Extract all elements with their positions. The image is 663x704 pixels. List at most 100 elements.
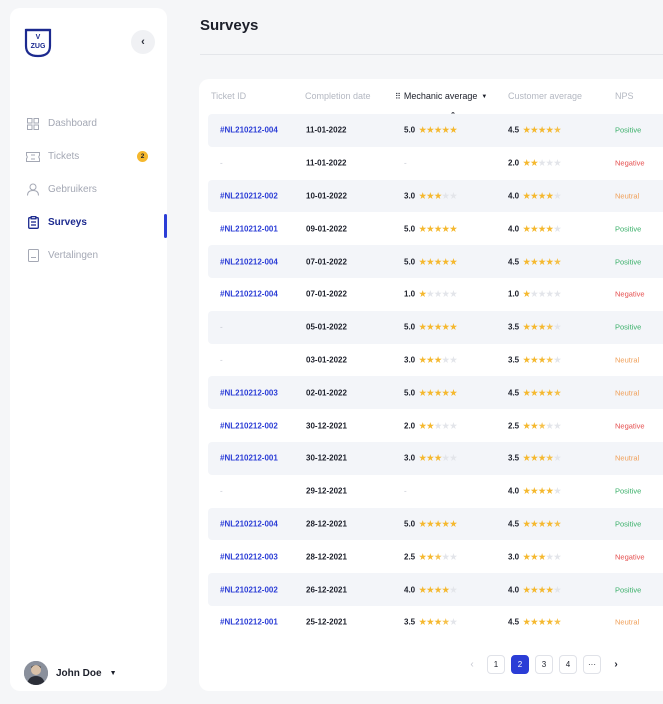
star-icon: ★ [546, 552, 554, 562]
table-row[interactable]: #NL210212-003 02-01-2022 5.0 ★★★★★ 4.5 ★★★★★ N… [208, 376, 663, 410]
mechanic-average-value: 5.0 [404, 257, 416, 267]
table-row[interactable]: #NL210212-004 07-01-2022 5.0 ★★★★★ 4.5 ★★★★★ P… [208, 245, 663, 278]
ticket-id-link[interactable]: #NL210212-001 [220, 454, 278, 463]
mechanic-average-value: 1.0 [404, 289, 416, 299]
ticket-id-link: - [220, 486, 223, 496]
nps-status: Positive [615, 257, 642, 267]
star-icon: ★ [553, 355, 562, 365]
page-button-more[interactable]: ··· [583, 654, 601, 674]
page-button-1[interactable]: 1 [487, 654, 505, 674]
star-icon: ★ [538, 617, 547, 627]
customer-average-value: 2.5 [508, 421, 520, 431]
customer-rating-stars: ★★★★★ [523, 388, 561, 397]
completion-date: 30-12-2021 [306, 421, 347, 431]
star-icon: ★ [419, 421, 427, 431]
customer-rating-stars: ★★★★★ [523, 421, 561, 430]
customer-average-value: 3.5 [508, 322, 520, 332]
next-page-icon[interactable]: › [607, 655, 625, 674]
star-icon: ★ [523, 552, 531, 562]
ticket-id-link[interactable]: #NL210212-004 [220, 126, 278, 135]
page-button-4[interactable]: 4 [559, 654, 577, 674]
completion-date: 30-12-2021 [306, 453, 347, 463]
page-title: Surveys [200, 17, 259, 34]
table-row[interactable]: #NL210212-004 07-01-2022 1.0 ★★★★★ 1.0 ★★★★★ N… [208, 278, 663, 311]
table-row[interactable]: #NL210212-001 25-12-2021 3.5 ★★★★★ 4.5 ★★★★★ N… [208, 606, 663, 639]
ticket-id-link[interactable]: #NL210212-004 [220, 290, 278, 299]
sidebar-item-vertalingen[interactable]: Vertalingen [10, 239, 167, 272]
mechanic-average: 3.0 ★★★★★ [404, 355, 457, 364]
mechanic-average-value: 5.0 [404, 519, 416, 529]
drag-handle-icon[interactable]: ⠿ [395, 92, 401, 101]
star-icon: ★ [434, 617, 443, 627]
star-icon: ★ [523, 388, 531, 398]
table-row[interactable]: - 29-12-2021 - 4.0 ★★★★★ Positive [208, 475, 663, 508]
customer-rating-stars: ★★★★★ [523, 487, 561, 496]
table-body: #NL210212-004 11-01-2022 5.0 ★★★★★ 4.5 ★★★★★ P… [208, 114, 663, 639]
ticket-id-link[interactable]: #NL210212-002 [220, 191, 278, 200]
sidebar-item-gebruikers[interactable]: Gebruikers [10, 173, 167, 206]
column-header-nps[interactable]: NPS [615, 91, 634, 101]
customer-rating-stars: ★★★★★ [523, 126, 561, 135]
star-icon: ★ [449, 552, 458, 562]
column-header-customer-average[interactable]: Customer average [508, 91, 582, 101]
star-icon: ★ [419, 257, 427, 267]
completion-date: 25-12-2021 [306, 617, 347, 627]
ticket-id-link[interactable]: #NL210212-003 [220, 388, 278, 397]
star-icon: ★ [449, 322, 458, 332]
star-icon: ★ [546, 125, 554, 135]
ticket-id-link: - [220, 355, 223, 365]
mechanic-average-value: - [404, 486, 407, 496]
star-icon: ★ [442, 355, 450, 365]
table-row[interactable]: #NL210212-001 30-12-2021 3.0 ★★★★★ 3.5 ★★★★★ N… [208, 441, 663, 475]
star-icon: ★ [419, 289, 427, 299]
customer-average-value: 4.5 [508, 388, 520, 398]
star-icon: ★ [449, 355, 458, 365]
sidebar-item-surveys[interactable]: Surveys [10, 206, 167, 239]
column-header-mechanic-average[interactable]: ⠿ Mechanic average ▼ [395, 91, 487, 101]
star-icon: ★ [538, 421, 547, 431]
table-row[interactable]: #NL210212-004 28-12-2021 5.0 ★★★★★ 4.5 ★★★★★ P… [208, 507, 663, 541]
mechanic-average-value: 3.0 [404, 355, 416, 365]
table-row[interactable]: - 11-01-2022 - 2.0 ★★★★★ Negative [208, 147, 663, 180]
mechanic-average-value: 2.0 [404, 421, 416, 431]
column-header-ticket-id[interactable]: Ticket ID [211, 91, 246, 101]
ticket-id-link[interactable]: #NL210212-001 [220, 224, 278, 233]
table-row[interactable]: #NL210212-002 10-01-2022 3.0 ★★★★★ 4.0 ★★★★★ N… [208, 179, 663, 213]
table-row[interactable]: #NL210212-003 28-12-2021 2.5 ★★★★★ 3.0 ★★★★★ N… [208, 540, 663, 573]
vzug-logo[interactable]: V ZUG [24, 28, 52, 58]
column-header-completion-date[interactable]: Completion date [305, 91, 371, 101]
ticket-id-link[interactable]: #NL210212-002 [220, 585, 278, 594]
ticket-id-link[interactable]: #NL210212-001 [220, 618, 278, 627]
table-row[interactable]: #NL210212-001 09-01-2022 5.0 ★★★★★ 4.0 ★★★★★ P… [208, 212, 663, 245]
ticket-id-link[interactable]: #NL210212-004 [220, 257, 278, 266]
table-row[interactable]: -03-01-2022 3.0 ★★★★★ 3.5 ★★★★★ Neutral [208, 344, 663, 377]
completion-date: 11-01-2022 [306, 158, 347, 168]
customer-rating-stars: ★★★★★ [523, 454, 561, 463]
star-icon: ★ [449, 585, 458, 595]
collapse-sidebar-button[interactable]: ‹ [131, 30, 155, 54]
customer-rating-stars: ★★★★★ [523, 257, 561, 266]
star-icon: ★ [523, 585, 531, 595]
star-icon: ★ [434, 421, 443, 431]
mechanic-rating-stars: ★★★★★ [419, 290, 457, 299]
page-button-2[interactable]: 2 [511, 654, 529, 674]
sidebar-item-dashboard[interactable]: Dashboard [10, 107, 167, 140]
ticket-id-link[interactable]: #NL210212-002 [220, 421, 278, 430]
page-button-3[interactable]: 3 [535, 654, 553, 674]
sort-desc-icon[interactable]: ▼ [481, 94, 487, 100]
table-row[interactable]: #NL210212-002 26-12-2021 4.0 ★★★★★ 4.0 ★★★★★ P… [208, 573, 663, 606]
star-icon: ★ [553, 224, 562, 234]
table-row[interactable]: #NL210212-002 30-12-2021 2.0 ★★★★★ 2.5 ★★★★★ N… [208, 409, 663, 442]
sidebar-item-tickets[interactable]: Tickets 2 [10, 140, 167, 173]
user-menu[interactable]: John Doe ▼ [24, 661, 117, 685]
star-icon: ★ [523, 453, 531, 463]
customer-average: 4.0 ★★★★★ [508, 191, 561, 200]
ticket-id-link[interactable]: #NL210212-004 [220, 519, 278, 528]
table-row[interactable]: -05-01-2022 5.0 ★★★★★ 3.5 ★★★★★ Positive [208, 310, 663, 344]
star-icon: ★ [442, 585, 450, 595]
previous-page-icon[interactable]: ‹ [463, 655, 481, 674]
star-icon: ★ [523, 257, 531, 267]
star-icon: ★ [434, 224, 443, 234]
table-row[interactable]: #NL210212-004 11-01-2022 5.0 ★★★★★ 4.5 ★★★★★ P… [208, 114, 663, 147]
ticket-id-link[interactable]: #NL210212-003 [220, 552, 278, 561]
